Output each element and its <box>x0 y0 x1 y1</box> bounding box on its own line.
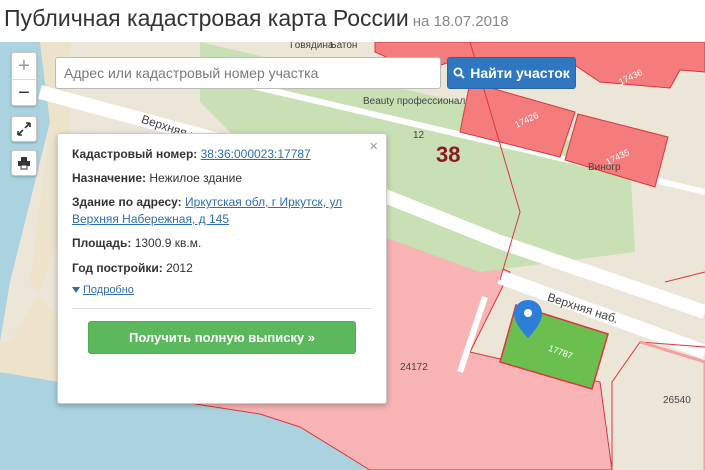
find-parcel-label: Найти участок <box>470 65 570 81</box>
map-label-poi: Beauty профессионал <box>363 96 466 107</box>
fullscreen-button[interactable] <box>11 116 37 142</box>
map-label-poi: Говядина <box>290 42 334 51</box>
cadastral-number-row: Кадастровый номер: 38:36:000023:17787 <box>72 146 364 163</box>
details-toggle[interactable]: Подробно <box>72 284 134 296</box>
page-title-text: Публичная кадастровая карта России <box>4 5 409 31</box>
zoom-out-button[interactable]: − <box>12 79 36 106</box>
divider <box>72 308 372 309</box>
print-button[interactable] <box>11 150 37 176</box>
find-parcel-button[interactable]: Найти участок <box>447 57 576 89</box>
year-label: Год постройки: <box>72 261 163 275</box>
boundary-line-3 <box>639 340 705 470</box>
details-link[interactable]: Подробно <box>83 284 134 296</box>
map-label-poi: Батон <box>330 42 358 51</box>
purpose-row: Назначение: Нежилое здание <box>72 170 364 187</box>
area-row: Площадь: 1300.9 кв.м. <box>72 235 364 252</box>
map-label-house-number: 12 <box>413 130 425 141</box>
triangle-down-icon <box>72 287 80 294</box>
address-label: Здание по адресу: <box>72 195 182 209</box>
marker-dot <box>524 309 532 317</box>
zoom-control: + − <box>11 52 37 106</box>
search-input[interactable] <box>55 57 441 89</box>
get-extract-button[interactable]: Получить полную выписку » <box>88 321 356 354</box>
area-label: Площадь: <box>72 236 132 250</box>
area-value: 1300.9 кв.м. <box>134 236 202 250</box>
cadastral-number-link[interactable]: 38:36:000023:17787 <box>201 147 311 161</box>
parcel-info-popup: × Кадастровый номер: 38:36:000023:17787 … <box>57 133 387 404</box>
year-value: 2012 <box>166 261 193 275</box>
close-icon[interactable]: × <box>369 138 378 155</box>
boundary-line-2 <box>611 341 705 470</box>
boundary-line-4 <box>664 271 705 283</box>
printer-icon <box>18 157 30 170</box>
date-label: на 18.07.2018 <box>412 13 509 30</box>
map-label-quarter: 38 <box>436 142 461 167</box>
expand-icon <box>17 122 31 136</box>
map-label-parcel: 26540 <box>663 395 691 406</box>
page-title: Публичная кадастровая карта России на 18.… <box>4 5 509 32</box>
purpose-value: Нежилое здание <box>149 171 243 185</box>
year-row: Год постройки: 2012 <box>72 260 364 277</box>
search-icon <box>453 67 465 79</box>
purpose-label: Назначение: <box>72 171 147 185</box>
cadastral-map[interactable]: Говядина Батон Союз Beauty профессионал … <box>0 42 705 470</box>
address-row: Здание по адресу: Иркутская обл, г Иркут… <box>72 194 364 228</box>
map-label-poi: Виногр <box>588 162 621 173</box>
page-header: Публичная кадастровая карта России на 18.… <box>0 0 705 42</box>
map-label-parcel: 24172 <box>400 362 428 373</box>
cadastral-number-label: Кадастровый номер: <box>72 147 198 161</box>
zoom-in-button[interactable]: + <box>12 53 36 79</box>
